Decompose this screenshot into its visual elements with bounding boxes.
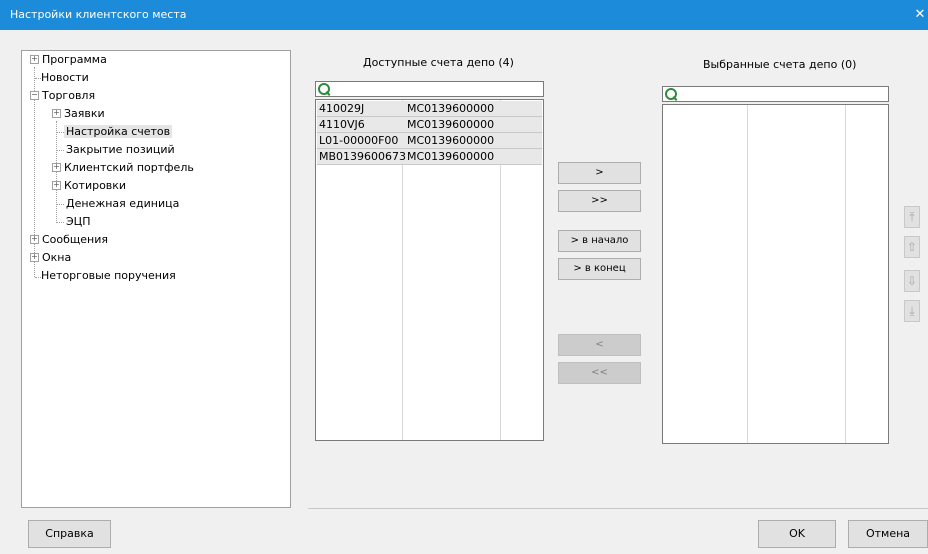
tree-item-label: Торговля [42,89,96,102]
selected-search-input[interactable] [662,86,889,102]
table-row[interactable]: 410029J MC0139600000 [317,101,542,117]
code-cell: MC0139600000 [407,134,495,147]
ok-button[interactable]: OK [758,520,836,548]
available-search-input[interactable] [315,81,544,97]
search-icon [665,88,677,100]
available-accounts-list[interactable]: 410029J MC0139600000 4110VJ6 MC013960000… [315,99,544,441]
window-title: Настройки клиентского места [10,8,187,21]
search-icon [318,83,330,95]
tree-item-label: Новости [41,71,89,84]
move-top-icon[interactable]: ⤒ [904,206,920,228]
close-icon[interactable]: ✕ [912,0,928,30]
collapse-icon[interactable]: − [30,90,39,100]
account-cell: L01-00000F00 [319,134,399,147]
selected-accounts-label: Выбранные счета депо (0) [703,58,857,71]
tree-item-windows[interactable]: + Окна [30,249,71,267]
tree-item-label: Клиентский портфель [64,161,194,174]
tree-line [57,150,64,151]
tree-item-label: ЭЦП [66,215,91,228]
move-bottom-icon[interactable]: ⤓ [904,300,920,322]
tree-line [57,222,64,223]
selected-accounts-list[interactable] [662,104,889,444]
table-row[interactable]: 4110VJ6 MC0139600000 [317,117,542,133]
tree-item-account-settings[interactable]: Настройка счетов [64,123,173,141]
tree-item-quotes[interactable]: + Котировки [52,177,126,195]
expand-icon[interactable]: + [52,162,61,172]
table-row[interactable]: MB0139600673 MC0139600000 [317,149,542,165]
column-divider [845,105,846,443]
move-up-icon[interactable]: ⇧ [904,236,920,258]
tree-item-label: Сообщения [42,233,109,246]
code-cell: MC0139600000 [407,150,495,163]
settings-tree: + Программа Новости − Торговля + Заявки Нас… [21,50,291,508]
tree-line [57,204,64,205]
tree-item-label: Программа [42,53,107,66]
tree-item-client-portfolio[interactable]: + Клиентский портфель [52,159,194,177]
tree-item-digital-signature[interactable]: ЭЦП [66,213,91,231]
help-button[interactable]: Справка [28,520,111,548]
expand-icon[interactable]: + [30,252,39,262]
tree-item-label: Котировки [64,179,127,192]
expand-icon[interactable]: + [52,180,61,190]
tree-item-label: Настройка счетов [64,125,173,138]
column-divider [747,105,748,443]
tree-item-close-positions[interactable]: Закрытие позиций [66,141,175,159]
code-cell: MC0139600000 [407,118,495,131]
tree-item-label: Денежная единица [66,197,180,210]
account-cell: 410029J [319,102,365,115]
tree-item-currency[interactable]: Денежная единица [66,195,179,213]
tree-item-label: Закрытие позиций [66,143,175,156]
code-cell: MC0139600000 [407,102,495,115]
tree-item-label: Неторговые поручения [41,269,176,282]
add-to-end-button[interactable]: > в конец [558,258,641,280]
move-down-icon[interactable]: ⇩ [904,270,920,292]
tree-item-trading[interactable]: − Торговля [30,87,95,105]
available-accounts-label: Доступные счета депо (4) [363,56,514,69]
tree-item-orders[interactable]: + Заявки [52,105,105,123]
tree-item-program[interactable]: + Программа [30,51,107,69]
cancel-button[interactable]: Отмена [848,520,928,548]
account-cell: 4110VJ6 [319,118,365,131]
tree-item-label: Окна [42,251,72,264]
expand-icon[interactable]: + [30,234,39,244]
tree-item-non-trading-orders[interactable]: Неторговые поручения [41,267,176,285]
tree-item-news[interactable]: Новости [41,69,89,87]
add-to-start-button[interactable]: > в начало [558,230,641,252]
account-cell: MB0139600673 [319,150,407,163]
add-button[interactable]: > [558,162,641,184]
tree-line [57,132,64,133]
footer-divider [308,508,928,509]
tree-item-label: Заявки [64,107,105,120]
title-bar: Настройки клиентского места ✕ [0,0,928,30]
tree-item-messages[interactable]: + Сообщения [30,231,108,249]
table-row[interactable]: L01-00000F00 MC0139600000 [317,133,542,149]
expand-icon[interactable]: + [30,54,39,64]
expand-icon[interactable]: + [52,108,61,118]
remove-button[interactable]: < [558,334,641,356]
remove-all-button[interactable]: << [558,362,641,384]
add-all-button[interactable]: >> [558,190,641,212]
